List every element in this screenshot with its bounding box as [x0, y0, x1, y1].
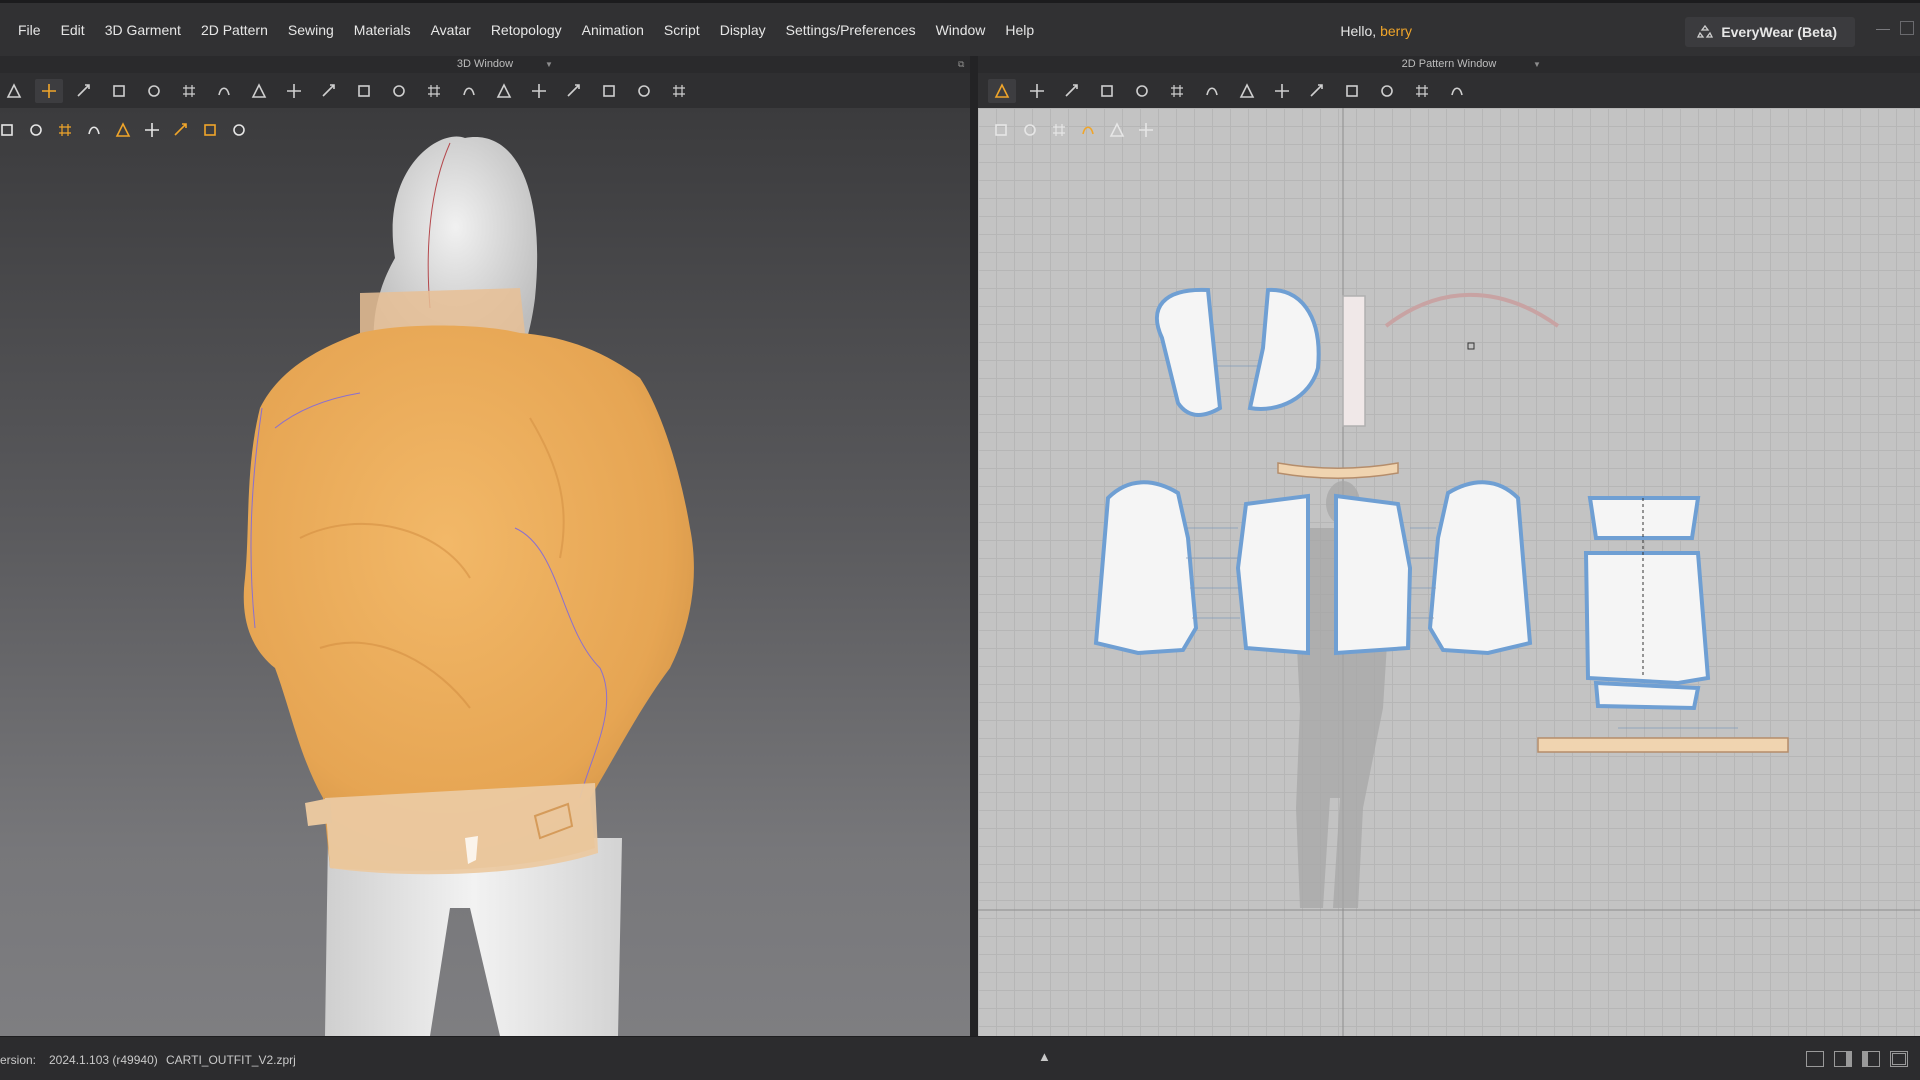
menu-animation[interactable]: Animation — [572, 2, 654, 58]
recycle-icon — [1697, 24, 1714, 38]
menu-avatar[interactable]: Avatar — [421, 2, 481, 58]
steam-icon[interactable] — [525, 79, 553, 103]
arrange-icon[interactable] — [175, 79, 203, 103]
app-window: File Edit 3D Garment 2D Pattern Sewing Materi… — [0, 0, 1920, 1080]
menu-sewing[interactable]: Sewing — [278, 2, 344, 58]
grid-icon[interactable] — [315, 79, 343, 103]
move-icon[interactable] — [35, 78, 63, 103]
main-menu: File Edit 3D Garment 2D Pattern Sewing Materi… — [0, 3, 1044, 56]
version-label: ersion: — [0, 1053, 37, 1067]
pin-icon[interactable] — [245, 79, 273, 103]
3d-viewport[interactable] — [0, 108, 970, 1036]
chevron-down-icon[interactable]: ▼ — [545, 56, 553, 73]
menu-bar: File Edit 3D Garment 2D Pattern Sewing Materi… — [0, 0, 1920, 56]
product-button[interactable]: EveryWear (Beta) — [1685, 17, 1855, 47]
internal-shape-icon[interactable] — [1093, 79, 1121, 103]
popout-icon[interactable]: ⧉ — [958, 56, 964, 73]
layout-split-icon[interactable] — [1834, 1051, 1852, 1067]
2d-window-title: 2D Pattern Window — [1401, 58, 1497, 70]
layout-single-icon[interactable] — [1806, 1051, 1824, 1067]
rotate-icon[interactable] — [280, 79, 308, 103]
menu-edit[interactable]: Edit — [51, 2, 95, 58]
lasso-icon[interactable] — [385, 79, 413, 103]
segment-icon[interactable] — [1373, 79, 1401, 103]
menu-file[interactable]: File — [8, 2, 51, 58]
pattern-pieces — [1093, 287, 1789, 753]
2d-toolbar — [978, 73, 1920, 108]
elastic-icon[interactable] — [1338, 79, 1366, 103]
menu-2d-pattern[interactable]: 2D Pattern — [191, 2, 278, 58]
shirt-icon[interactable] — [1443, 79, 1471, 103]
box-select-icon[interactable] — [210, 79, 238, 103]
2d-window-titlebar: 2D Pattern Window ▼ — [978, 56, 1920, 73]
measure-icon[interactable] — [595, 79, 623, 103]
menu-materials[interactable]: Materials — [344, 2, 421, 58]
split-icon[interactable] — [560, 79, 588, 103]
restore-button[interactable] — [1900, 21, 1914, 35]
tack-icon[interactable] — [455, 79, 483, 103]
menu-3d-garment[interactable]: 3D Garment — [95, 2, 191, 58]
align-icon[interactable] — [630, 79, 658, 103]
window-divider[interactable] — [970, 56, 978, 1036]
seam-icon[interactable] — [1233, 79, 1261, 103]
menu-help[interactable]: Help — [995, 2, 1044, 58]
menu-display[interactable]: Display — [710, 2, 776, 58]
menu-retopology[interactable]: Retopology — [481, 2, 572, 58]
2d-pattern-viewport[interactable] — [978, 108, 1920, 1036]
garment-icon[interactable] — [105, 79, 133, 103]
chevron-down-icon[interactable]: ▼ — [1533, 56, 1541, 73]
grid-icon[interactable] — [1198, 79, 1226, 103]
avatar-pose-icon[interactable] — [665, 79, 693, 103]
transform-pattern-icon[interactable] — [988, 78, 1016, 103]
edit-point-icon[interactable] — [1023, 79, 1051, 103]
menu-window[interactable]: Window — [926, 2, 996, 58]
3d-window-titlebar: 3D Window ▼ ⧉ — [0, 56, 970, 73]
avatar-render — [243, 136, 694, 1036]
username[interactable]: berry — [1380, 23, 1412, 39]
greeting: Hello, berry — [1340, 3, 1412, 59]
menu-settings-preferences[interactable]: Settings/Preferences — [776, 2, 926, 58]
expand-panel-icon[interactable]: ▲ — [1038, 1049, 1051, 1064]
flip-icon[interactable] — [490, 79, 518, 103]
status-bar: ersion: 2024.1.103 (r49940) CARTI_OUTFIT… — [0, 1036, 1920, 1080]
menu-script[interactable]: Script — [654, 2, 710, 58]
bend-icon[interactable] — [350, 79, 378, 103]
trace-icon[interactable] — [1163, 79, 1191, 103]
rectangle-icon[interactable] — [1058, 79, 1086, 103]
measure-icon[interactable] — [1408, 79, 1436, 103]
select-icon[interactable] — [0, 79, 28, 103]
layout-grid-icon[interactable] — [1890, 1051, 1908, 1067]
3d-window-title: 3D Window — [456, 58, 514, 70]
tape-icon[interactable] — [140, 79, 168, 103]
3d-toolbar — [0, 73, 970, 108]
notch-icon[interactable] — [1268, 79, 1296, 103]
product-label: EveryWear (Beta) — [1721, 24, 1837, 40]
greeting-label: Hello, — [1340, 23, 1377, 39]
fold-icon[interactable] — [70, 79, 98, 103]
file-name: CARTI_OUTFIT_V2.zprj — [166, 1053, 296, 1067]
point-icon[interactable] — [420, 79, 448, 103]
pattern-canvas — [978, 108, 1920, 1036]
pin-icon[interactable] — [1128, 79, 1156, 103]
layout-split-alt-icon[interactable] — [1862, 1051, 1880, 1067]
minimize-button[interactable] — [1876, 29, 1890, 30]
version-value: 2024.1.103 (r49940) — [49, 1053, 158, 1067]
fold-line-icon[interactable] — [1303, 79, 1331, 103]
